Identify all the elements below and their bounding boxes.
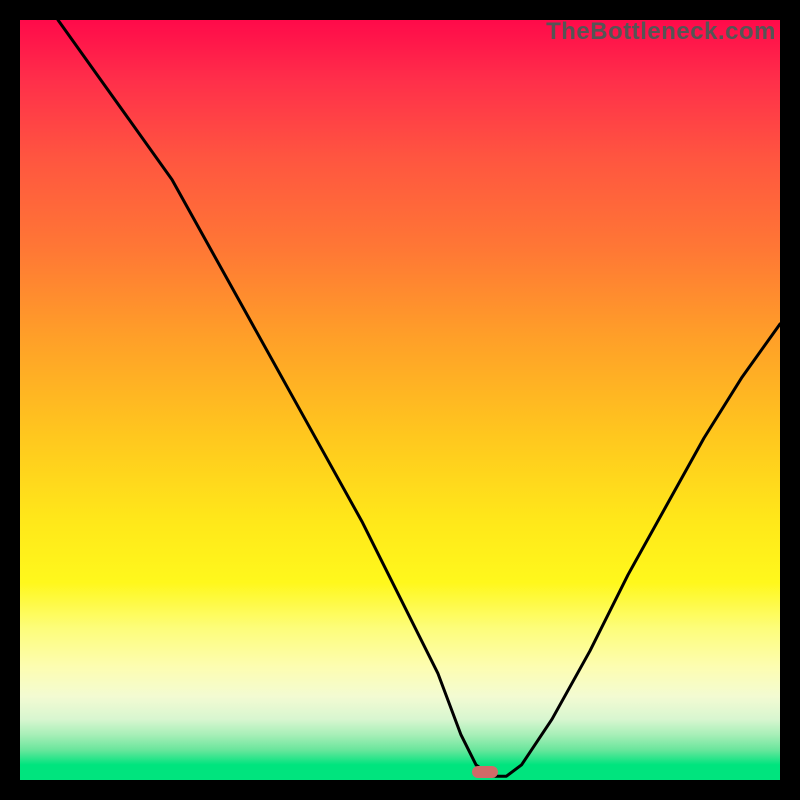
plot-area: TheBottleneck.com xyxy=(20,20,780,780)
chart-frame: TheBottleneck.com xyxy=(0,0,800,800)
bottleneck-curve xyxy=(20,20,780,780)
optimal-marker xyxy=(472,766,498,778)
